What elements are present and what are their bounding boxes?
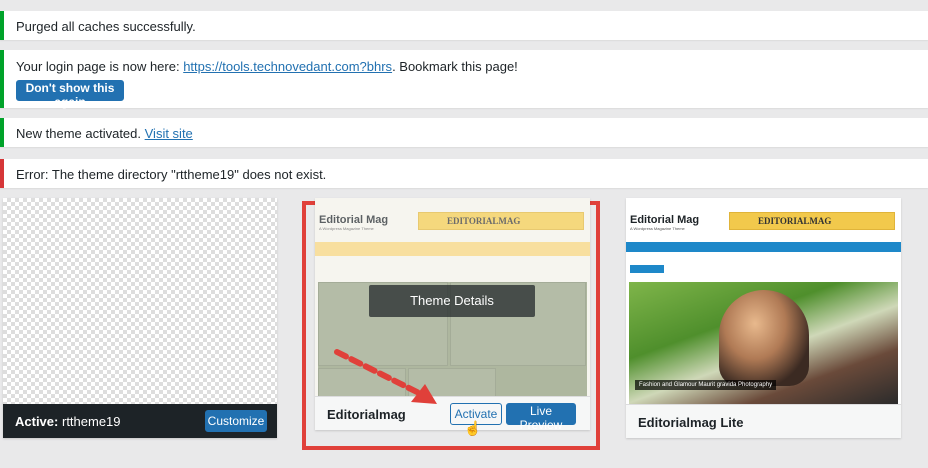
preview-photo-lite: Fashion and Glamour Maurit gravida Photo… [629, 282, 898, 404]
notice-error-text: Error: The theme directory "rttheme19" d… [16, 167, 327, 182]
annotation-arrow-icon [334, 349, 437, 404]
theme-name-editorialmag: Editorialmag [327, 407, 406, 422]
preview-caption: Fashion and Glamour Maurit gravida Photo… [635, 380, 777, 390]
notice-activated-text: New theme activated. Visit site [16, 126, 193, 141]
theme-screenshot-editorialmag-lite[interactable]: Editorial Mag A Wordpress Magazine Theme … [626, 198, 901, 404]
live-preview-button[interactable]: Live Preview [506, 403, 576, 432]
theme-details-overlay[interactable]: Theme Details [369, 285, 535, 317]
hand-cursor-icon: ☝ [464, 420, 482, 436]
preview-nav-lite [626, 242, 901, 252]
notice-purged-text: Purged all caches successfully. [16, 19, 196, 34]
theme-footer-editorialmag-lite: Editorialmag Lite [626, 404, 901, 438]
theme-screenshot-placeholder[interactable] [3, 198, 277, 404]
notice-theme-activated: New theme activated. Visit site [0, 118, 928, 147]
theme-name-active: Active: rttheme19 [15, 414, 121, 429]
preview-banner-lite: EDITORIALMAG [729, 212, 895, 230]
login-page-link[interactable]: https://tools.technovedant.com?bhrs [183, 59, 392, 74]
dont-show-again-button[interactable]: Don't show this again [16, 80, 124, 109]
theme-footer-active: Active: rttheme19 Customize [3, 404, 277, 438]
notice-login-text: Your login page is now here: https://too… [16, 59, 518, 74]
customize-button[interactable]: Customize [205, 410, 267, 432]
active-theme-name: rttheme19 [61, 414, 121, 429]
theme-name-editorialmag-lite: Editorialmag Lite [638, 415, 744, 430]
activated-prefix: New theme activated. [16, 126, 145, 141]
notice-login-page: Your login page is now here: https://too… [0, 50, 928, 109]
notice-purged: Purged all caches successfully. [0, 11, 928, 40]
preview-recent-news [630, 265, 664, 273]
preview-model-image [719, 290, 809, 386]
preview-logo-lite: Editorial Mag A Wordpress Magazine Theme [630, 214, 700, 231]
notice-error: Error: The theme directory "rttheme19" d… [0, 159, 928, 188]
active-label: Active: [15, 414, 59, 429]
theme-card-active[interactable]: Active: rttheme19 Customize [3, 198, 277, 438]
theme-card-editorialmag-lite[interactable]: Editorial Mag A Wordpress Magazine Theme … [626, 198, 901, 438]
login-suffix: . Bookmark this page! [392, 59, 518, 74]
visit-site-link[interactable]: Visit site [145, 126, 193, 141]
preview-header-lite: Editorial Mag A Wordpress Magazine Theme … [626, 198, 901, 242]
login-prefix: Your login page is now here: [16, 59, 184, 74]
